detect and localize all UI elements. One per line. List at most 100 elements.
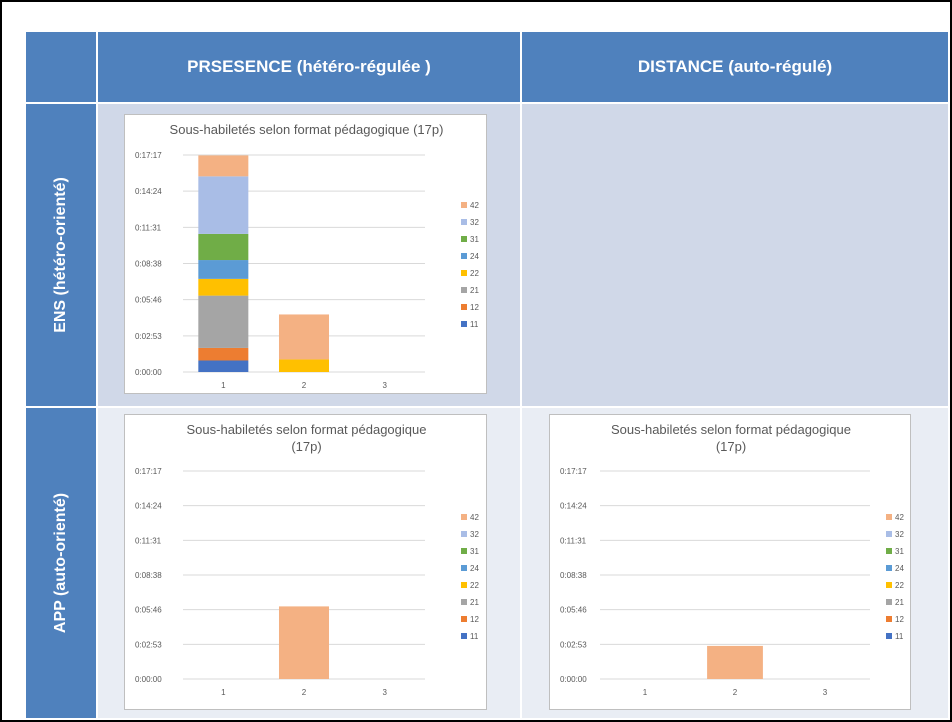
x-tick-label: 3 xyxy=(823,688,828,697)
y-tick-label: 0:05:46 xyxy=(135,296,162,305)
legend-label: 21 xyxy=(470,286,479,295)
legend-swatch-21 xyxy=(461,287,467,293)
x-tick-label: 1 xyxy=(221,381,226,390)
legend-label: 32 xyxy=(470,218,479,227)
row-header-app: APP (auto-orienté) xyxy=(26,408,96,718)
legend-swatch-42 xyxy=(461,202,467,208)
bar-segment-22 xyxy=(278,359,330,372)
legend-label: 32 xyxy=(470,530,479,539)
legend-label: 21 xyxy=(895,598,904,607)
legend-label: 32 xyxy=(895,530,904,539)
row-header-app-label: APP (auto-orienté) xyxy=(52,492,69,634)
cell-ens-distance xyxy=(522,104,948,406)
legend-swatch-22 xyxy=(461,270,467,276)
legend-label: 12 xyxy=(895,615,904,624)
header-distance-label: DISTANCE (auto-régulé) xyxy=(637,57,833,76)
legend-label: 11 xyxy=(895,632,904,641)
y-tick-label: 0:14:24 xyxy=(135,187,162,196)
y-tick-label: 0:00:00 xyxy=(560,675,587,684)
y-tick-label: 0:02:53 xyxy=(135,332,162,341)
legend-swatch-32 xyxy=(886,531,892,537)
legend-label: 42 xyxy=(470,513,479,522)
header-presence: PRSESENCE (hétéro-régulée ) xyxy=(98,32,520,102)
y-tick-label: 0:02:53 xyxy=(135,640,162,649)
legend-label: 11 xyxy=(470,632,479,641)
legend-label: 22 xyxy=(895,581,904,590)
legend-label: 42 xyxy=(470,201,479,210)
x-tick-label: 3 xyxy=(382,688,387,697)
y-tick-label: 0:00:00 xyxy=(135,368,162,377)
chart-title: (17p) xyxy=(716,439,746,454)
y-tick-label: 0:00:00 xyxy=(135,675,162,684)
x-tick-label: 2 xyxy=(733,688,738,697)
bar-segment-22 xyxy=(198,278,249,296)
x-tick-label: 2 xyxy=(302,381,307,390)
legend-label: 24 xyxy=(470,252,479,261)
chart-svg: Sous-habiletés selon format pédagogique (… xyxy=(135,422,479,697)
row-header-ens-label: ENS (hétéro-orienté) xyxy=(52,177,69,333)
y-tick-label: 0:11:31 xyxy=(135,536,162,545)
bar-segment-42 xyxy=(278,314,330,360)
legend-label: 21 xyxy=(470,598,479,607)
row-header-ens: ENS (hétéro-orienté) xyxy=(26,104,96,406)
y-tick-label: 0:17:17 xyxy=(135,151,162,160)
legend-swatch-32 xyxy=(461,531,467,537)
legend-swatch-31 xyxy=(461,548,467,554)
legend-label: 11 xyxy=(470,320,479,329)
corner-header xyxy=(26,32,96,102)
chart-title: Sous-habiletés selon format pédagogique … xyxy=(170,122,444,137)
bar-segment-42 xyxy=(198,155,249,177)
bar-segment-42 xyxy=(707,645,763,679)
legend-swatch-22 xyxy=(461,582,467,588)
header-presence-label: PRSESENCE (hétéro-régulée ) xyxy=(187,57,431,76)
legend-label: 24 xyxy=(895,564,904,573)
chart-title: Sous-habiletés selon format pédagogique xyxy=(611,422,851,437)
x-tick-label: 2 xyxy=(302,688,307,697)
legend-swatch-24 xyxy=(461,253,467,259)
legend-label: 31 xyxy=(470,235,479,244)
y-tick-label: 0:17:17 xyxy=(135,467,162,476)
legend-label: 12 xyxy=(470,615,479,624)
legend-label: 12 xyxy=(470,303,479,312)
legend-swatch-11 xyxy=(461,633,467,639)
y-tick-label: 0:05:46 xyxy=(135,606,162,615)
y-tick-label: 0:08:38 xyxy=(135,260,162,269)
header-distance: DISTANCE (auto-régulé) xyxy=(522,32,948,102)
y-tick-label: 0:11:31 xyxy=(560,536,587,545)
legend-swatch-12 xyxy=(461,616,467,622)
legend-swatch-42 xyxy=(886,514,892,520)
legend-swatch-24 xyxy=(886,565,892,571)
chart-svg: Sous-habiletés selon format pédagogique (… xyxy=(560,422,904,697)
legend-swatch-11 xyxy=(461,321,467,327)
y-tick-label: 0:14:24 xyxy=(560,502,587,511)
slide-frame: PRSESENCE (hétéro-régulée ) DISTANCE (au… xyxy=(0,0,952,722)
bar-segment-42 xyxy=(278,606,330,679)
y-tick-label: 0:11:31 xyxy=(135,223,162,232)
bar-segment-31 xyxy=(198,233,249,261)
bar-segment-32 xyxy=(198,176,249,234)
legend-swatch-12 xyxy=(886,616,892,622)
legend-label: 22 xyxy=(470,269,479,278)
legend-swatch-31 xyxy=(886,548,892,554)
chart-app-distance: Sous-habiletés selon format pédagogique (… xyxy=(549,414,911,710)
legend-label: 22 xyxy=(470,581,479,590)
y-tick-label: 0:08:38 xyxy=(135,571,162,580)
y-tick-label: 0:14:24 xyxy=(135,502,162,511)
chart-title: (17p) xyxy=(291,439,321,454)
legend-label: 24 xyxy=(470,564,479,573)
legend-label: 31 xyxy=(470,547,479,556)
bar-segment-24 xyxy=(198,260,249,279)
legend-swatch-21 xyxy=(461,599,467,605)
chart-ens-presence: Sous-habiletés selon format pédagogique … xyxy=(124,114,487,394)
legend-swatch-32 xyxy=(461,219,467,225)
bar-segment-11 xyxy=(198,360,249,372)
legend-swatch-42 xyxy=(461,514,467,520)
x-tick-label: 1 xyxy=(221,688,226,697)
y-tick-label: 0:05:46 xyxy=(560,606,587,615)
x-tick-label: 1 xyxy=(643,688,648,697)
y-tick-label: 0:17:17 xyxy=(560,467,587,476)
bar-segment-12 xyxy=(198,347,249,361)
legend-swatch-24 xyxy=(461,565,467,571)
legend-label: 31 xyxy=(895,547,904,556)
x-tick-label: 3 xyxy=(382,381,387,390)
